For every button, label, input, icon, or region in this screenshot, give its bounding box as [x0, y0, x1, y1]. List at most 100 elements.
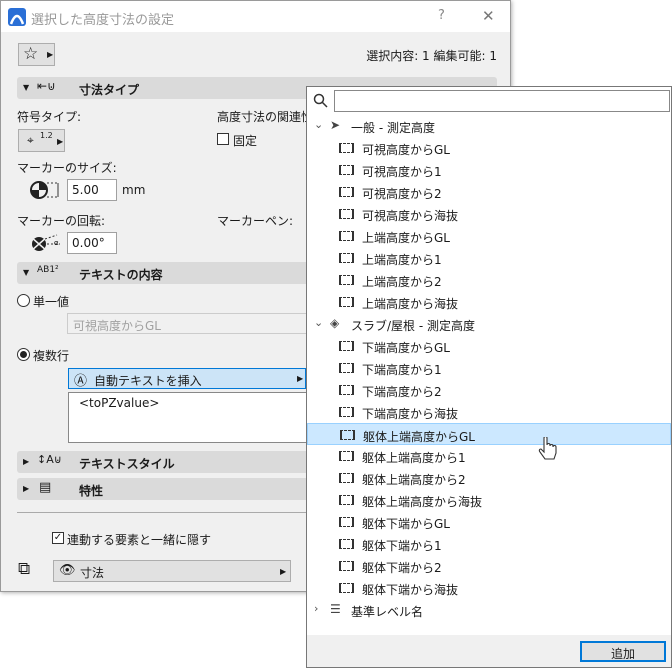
autotext-field-icon: [339, 495, 354, 505]
item-label: 可視高度から1: [362, 165, 442, 179]
tree-item[interactable]: 躯体上端高度から海抜: [307, 489, 671, 511]
symbol-type-button[interactable]: ⌖ 1.2 ▶: [18, 129, 65, 152]
favorites-button[interactable]: ☆ ▶: [18, 43, 55, 66]
text-content-icon: AB1²: [37, 265, 59, 275]
fixed-checkbox[interactable]: [217, 133, 229, 145]
tree-item[interactable]: 可視高度から1: [307, 159, 671, 181]
single-value-radio[interactable]: [17, 294, 30, 307]
insert-autotext-button[interactable]: Ⓐ 自動テキストを挿入 ▶: [68, 368, 306, 389]
tree-item[interactable]: 上端高度から海抜: [307, 291, 671, 313]
group-label: スラブ/屋根 - 測定高度: [351, 319, 476, 333]
item-label: 可視高度から2: [362, 187, 442, 201]
autotext-field-icon: [339, 297, 354, 307]
section-label: テキストの内容: [79, 268, 163, 282]
arrow-right-icon: ▶: [280, 567, 287, 576]
item-label: 躯体下端から1: [362, 539, 442, 553]
item-label: 下端高度からGL: [362, 341, 450, 355]
tree-item[interactable]: 可視高度からGL: [307, 137, 671, 159]
fixed-label: 固定: [233, 134, 258, 148]
tree-item[interactable]: 躯体下端から2: [307, 555, 671, 577]
hand-cursor-icon: [538, 437, 557, 460]
search-input[interactable]: [334, 90, 670, 112]
item-label: 上端高度から1: [362, 253, 442, 267]
tree-item[interactable]: 可視高度から2: [307, 181, 671, 203]
tree-item[interactable]: 上端高度から2: [307, 269, 671, 291]
association-label: 高度寸法の関連性: [217, 110, 314, 124]
arrow-right-icon: ▶: [47, 50, 54, 59]
document-icon: ▤: [39, 480, 52, 495]
symbol-type-value: 1.2: [40, 131, 53, 140]
layer-dropdown[interactable]: 👁 寸法 ▶: [53, 560, 291, 582]
level-icon: ☰: [330, 602, 341, 616]
collapse-icon: ▼: [23, 268, 30, 277]
item-label: 躯体上端高度から2: [362, 473, 466, 487]
multi-line-radio[interactable]: [17, 348, 30, 361]
title-bar: 選択した高度寸法の設定 ? ✕: [1, 1, 510, 32]
item-label: 可視高度から海抜: [362, 209, 459, 223]
autotext-icon: Ⓐ: [74, 374, 88, 389]
tree-item[interactable]: 下端高度からGL: [307, 335, 671, 357]
marker-rotation-icon: α: [30, 234, 60, 252]
app-logo-icon: [8, 8, 26, 26]
tree-item[interactable]: 下端高度から1: [307, 357, 671, 379]
slab-roof-icon: ◈: [330, 316, 340, 330]
arrow-right-icon: ▶: [297, 374, 304, 383]
tree-group-header[interactable]: › ☰ 基準レベル名: [307, 599, 671, 621]
pointer-icon: ➤: [330, 118, 341, 132]
item-label: 躯体上端高度から1: [362, 451, 466, 465]
tree-item[interactable]: 躯体下端から海抜: [307, 577, 671, 599]
tree-item[interactable]: 下端高度から2: [307, 379, 671, 401]
tree-item[interactable]: 躯体上端高度からGL: [307, 423, 671, 445]
tree-group-header[interactable]: ⌄ ◈ スラブ/屋根 - 測定高度: [307, 313, 671, 335]
tree-item[interactable]: 可視高度から海抜: [307, 203, 671, 225]
hide-with-element-checkbox[interactable]: ✓: [52, 532, 64, 544]
item-label: 下端高度から1: [362, 363, 442, 377]
item-label: 上端高度から海抜: [362, 297, 459, 311]
tree-item[interactable]: 下端高度から海抜: [307, 401, 671, 423]
expand-icon: ▶: [23, 457, 30, 466]
autotext-field-icon: [339, 341, 354, 351]
chevron-down-icon[interactable]: ⌄: [314, 118, 323, 131]
autotext-field-icon: [339, 253, 354, 263]
section-label: 特性: [79, 484, 104, 498]
autotext-field-icon: [339, 473, 354, 483]
tree-item[interactable]: 上端高度から1: [307, 247, 671, 269]
autotext-field-icon: [339, 517, 354, 527]
autotext-textarea[interactable]: <toPZvalue>: [68, 392, 313, 443]
autotext-field-icon: [339, 385, 354, 395]
item-label: 下端高度から2: [362, 385, 442, 399]
item-label: 上端高度から2: [362, 275, 442, 289]
autotext-field-icon: [339, 165, 354, 175]
symbol-type-label: 符号タイプ:: [17, 110, 82, 124]
marker-rotation-input[interactable]: 0.00°: [67, 232, 117, 254]
autotext-field-icon: [339, 209, 354, 219]
dialog-title: 選択した高度寸法の設定: [31, 13, 175, 28]
tree-item[interactable]: 躯体上端高度から1: [307, 445, 671, 467]
insert-autotext-label: 自動テキストを挿入: [94, 374, 202, 388]
tree-item[interactable]: 上端高度からGL: [307, 225, 671, 247]
svg-text:α: α: [54, 239, 59, 247]
group-label: 一般 - 測定高度: [351, 121, 435, 135]
add-button[interactable]: 追加: [580, 641, 666, 662]
marker-pen-label: マーカーペン:: [217, 214, 294, 228]
item-label: 下端高度から海抜: [362, 407, 459, 421]
item-label: 可視高度からGL: [362, 143, 450, 157]
marker-size-icon: [30, 181, 59, 199]
help-button[interactable]: ?: [438, 8, 445, 23]
layer-value: 寸法: [80, 566, 105, 580]
tree-item[interactable]: 躯体上端高度から2: [307, 467, 671, 489]
item-label: 躯体下端からGL: [362, 517, 450, 531]
marker-rotation-label: マーカーの回転:: [17, 214, 106, 228]
chevron-right-icon[interactable]: ›: [314, 602, 318, 615]
tree-item[interactable]: 躯体下端から1: [307, 533, 671, 555]
collapse-icon: ▼: [23, 83, 30, 92]
chevron-down-icon[interactable]: ⌄: [314, 316, 323, 329]
tree-group-header[interactable]: ⌄ ➤ 一般 - 測定高度: [307, 115, 671, 137]
item-label: 躯体上端高度からGL: [363, 430, 475, 444]
expand-icon: ▶: [23, 484, 30, 493]
tree-item[interactable]: 躯体下端からGL: [307, 511, 671, 533]
close-button[interactable]: ✕: [482, 7, 495, 25]
autotext-field-icon: [339, 143, 354, 153]
marker-size-input[interactable]: 5.00: [67, 179, 117, 201]
autotext-field-icon: [339, 451, 354, 461]
